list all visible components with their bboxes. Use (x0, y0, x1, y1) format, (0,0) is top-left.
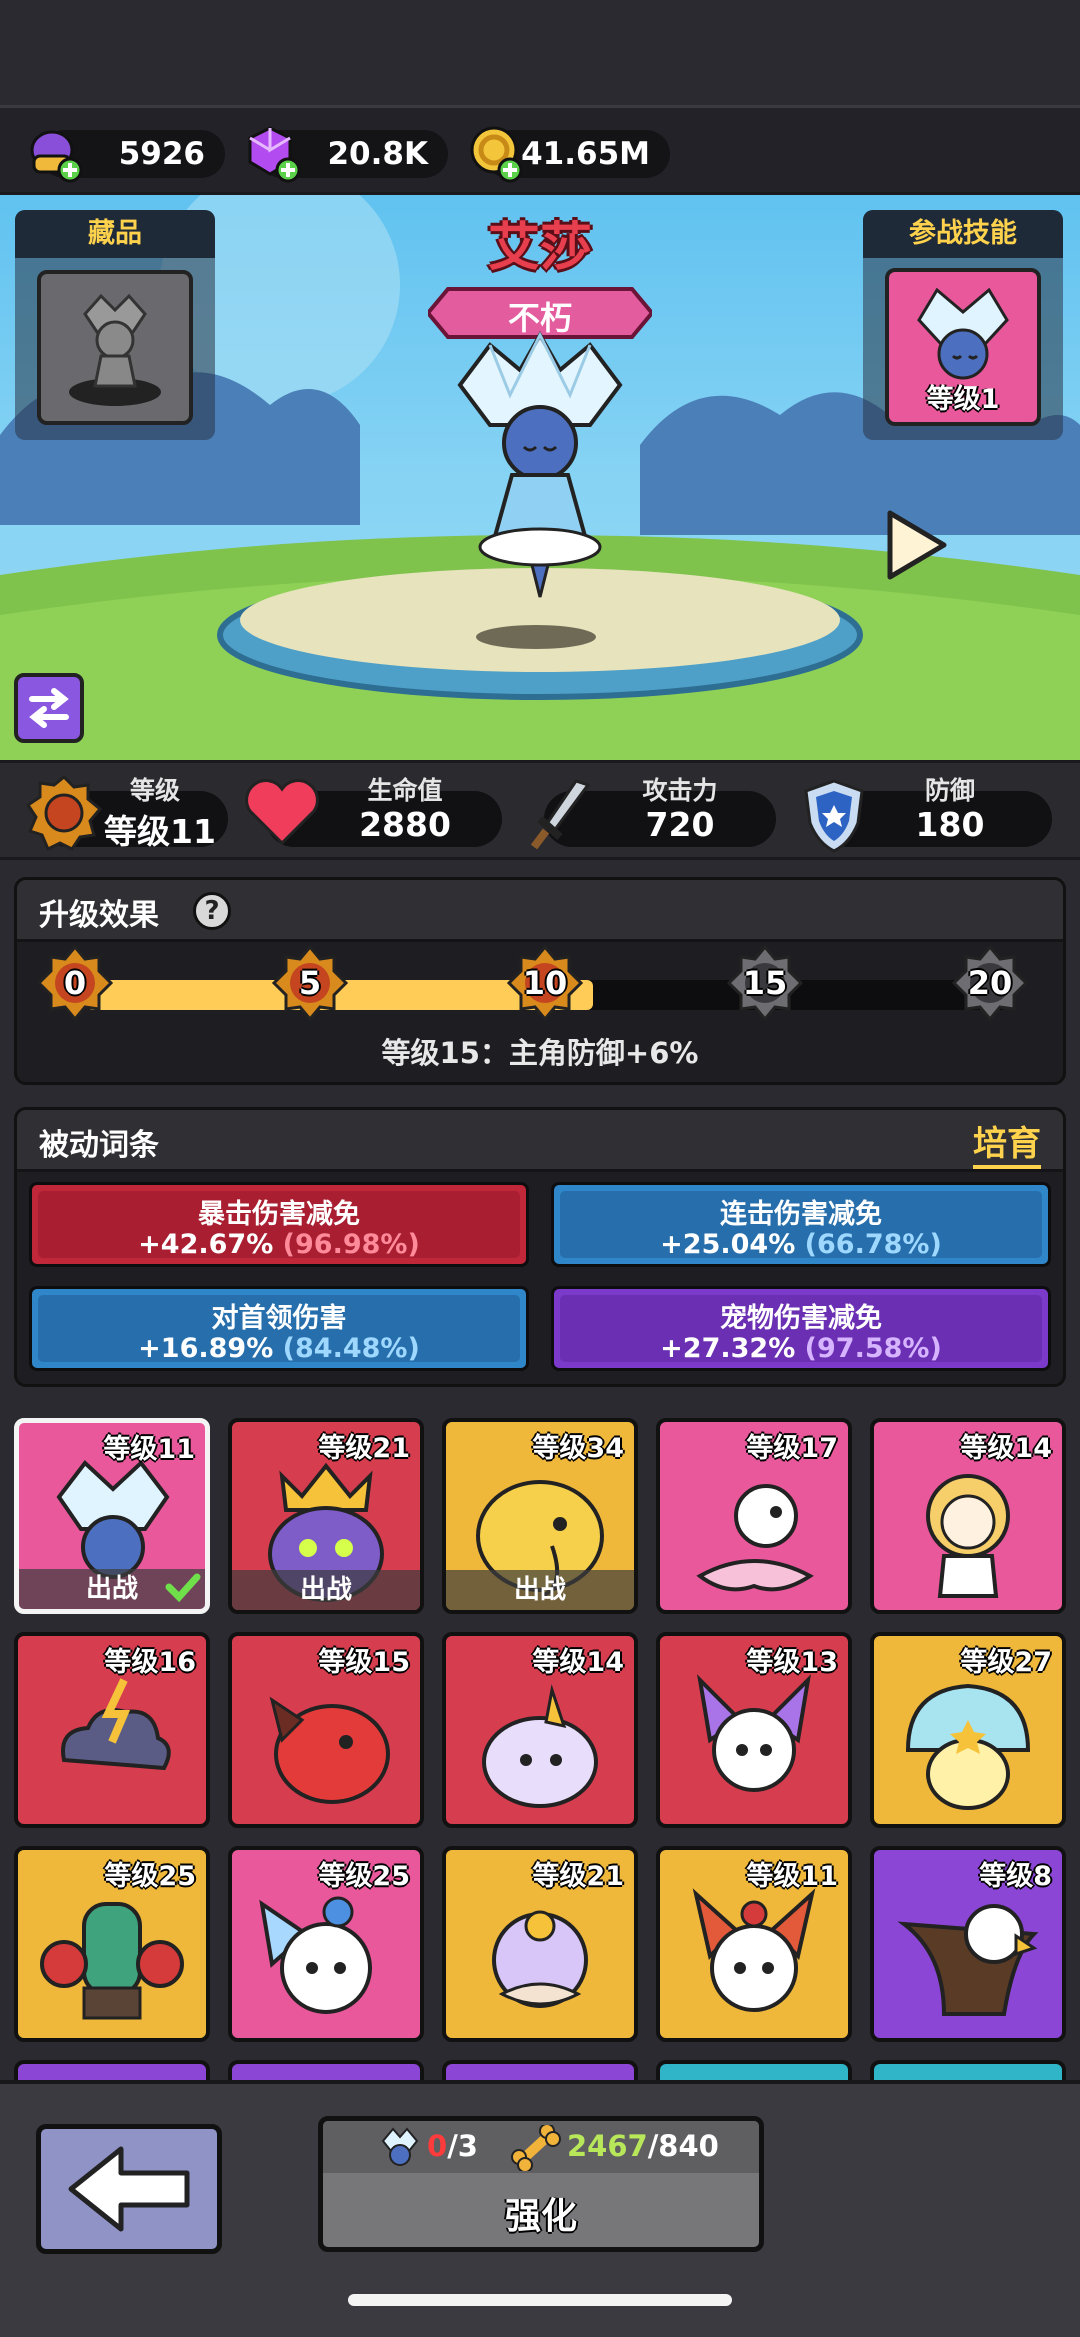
pet-card-partial (228, 2060, 424, 2080)
pet-level: 等级16 (104, 1647, 196, 1678)
purple-egg-icon (30, 130, 83, 183)
pet-card[interactable]: 等级34 出战 (442, 1418, 638, 1614)
checkmark-icon (165, 1573, 201, 1603)
upgrade-effect-title: 升级效果 (39, 898, 159, 933)
defense-value: 180 (915, 805, 985, 844)
swap-arrows-icon (29, 688, 69, 728)
statue-icon (69, 293, 161, 406)
attack-value: 720 (645, 805, 715, 844)
pet-level: 等级14 (532, 1647, 624, 1678)
back-button[interactable] (36, 2124, 222, 2254)
pet-card[interactable]: 等级11 出战 (14, 1418, 210, 1614)
pet-level: 等级25 (318, 1861, 410, 1892)
upgrade-desc: 等级15：主角防御+6% (381, 1036, 699, 1070)
deployed-label: 出战 (446, 1570, 634, 1610)
gold-coin-icon (470, 126, 523, 183)
purple-gem-icon (248, 126, 301, 183)
swap-button[interactable] (14, 673, 84, 743)
pet-card-partial (870, 2060, 1066, 2080)
pet-card[interactable]: 等级25 (228, 1846, 424, 2042)
sword-icon (530, 779, 591, 850)
upgrade-effect-panel: 升级效果 ? 0 5 10 15 20 等级15：主角防御+6% (14, 877, 1066, 1085)
shield-icon (804, 779, 864, 853)
pet-card[interactable]: 等级14 (442, 1632, 638, 1828)
pet-level: 等级15 (318, 1647, 410, 1678)
back-arrow-icon (68, 2146, 190, 2232)
milestone-20: 20 (951, 944, 1029, 1022)
level-value: 等级11 (104, 812, 216, 851)
bone-icon (511, 2125, 561, 2171)
battle-skill-label: 参战技能 (863, 210, 1063, 258)
next-hero-arrow-icon[interactable] (880, 505, 952, 585)
stat-row: 等级 等级11 生命值 2880 攻击力 720 防御 180 (0, 760, 1080, 860)
pet-level: 等级13 (746, 1647, 838, 1678)
pet-card[interactable]: 等级13 (656, 1632, 852, 1828)
pet-card[interactable]: 等级8 (870, 1846, 1066, 2042)
bone-count: 2467/840 (567, 2129, 719, 2163)
pet-card[interactable]: 等级21 (442, 1846, 638, 2042)
hp-label: 生命值 (367, 776, 443, 805)
pet-card[interactable]: 等级11 (656, 1846, 852, 2042)
pet-level: 等级21 (318, 1433, 410, 1464)
pet-level: 等级8 (979, 1861, 1052, 1892)
pet-card[interactable]: 等级15 (228, 1632, 424, 1828)
pet-level: 等级21 (532, 1861, 624, 1892)
affix-card[interactable]: 暴击伤害减免 +42.67% (96.98%) (29, 1182, 529, 1267)
pet-card[interactable]: 等级17 (656, 1418, 852, 1614)
passive-title: 被动词条 (39, 1128, 159, 1163)
defense-label: 防御 (924, 776, 975, 805)
affix-card[interactable]: 连击伤害减免 +25.04% (66.78%) (551, 1182, 1051, 1267)
level-label: 等级 (129, 776, 180, 805)
level-badge-icon (25, 774, 103, 852)
hero-name: 艾莎 (487, 218, 592, 278)
pet-level: 等级11 (103, 1434, 195, 1465)
milestone-15: 15 (726, 944, 804, 1022)
pet-card[interactable]: 等级16 (14, 1632, 210, 1828)
collection-panel[interactable]: 藏品 (15, 210, 215, 440)
pet-card[interactable]: 等级14 (870, 1418, 1066, 1614)
pet-card[interactable]: 等级27 (870, 1632, 1066, 1828)
skill-slot[interactable]: 等级1 (885, 268, 1041, 426)
hero-stage: 藏品 参战技能 等级1 艾莎 不朽 (0, 195, 1080, 760)
enhance-button[interactable]: 0/3 2467/840 强化 (318, 2116, 764, 2252)
pet-level: 等级27 (960, 1647, 1052, 1678)
pet-card[interactable]: 等级21 出战 (228, 1418, 424, 1614)
statue-slot[interactable] (37, 270, 193, 425)
hero-character[interactable] (420, 325, 660, 615)
pet-level: 等级25 (104, 1861, 196, 1892)
milestone-0: 0 (36, 944, 114, 1022)
shard-count: 0/3 (427, 2129, 478, 2163)
battle-skill-panel[interactable]: 参战技能 等级1 (863, 210, 1063, 440)
home-indicator (348, 2294, 732, 2306)
pet-level: 等级14 (960, 1433, 1052, 1464)
affix-card[interactable]: 对首领伤害 +16.89% (84.48%) (29, 1286, 529, 1371)
pet-card-partial (14, 2060, 210, 2080)
hp-value: 2880 (359, 805, 451, 844)
cultivate-button[interactable]: 培育 (973, 1116, 1041, 1169)
attack-label: 攻击力 (642, 776, 718, 805)
help-icon[interactable]: ? (193, 892, 231, 930)
milestone-10: 10 (506, 944, 584, 1022)
pet-level: 等级34 (532, 1433, 624, 1464)
milestone-5: 5 (271, 944, 349, 1022)
currency-bar: 5926 20.8K 41.65M (0, 105, 1080, 195)
pet-level: 等级11 (746, 1861, 838, 1892)
pet-card-partial (442, 2060, 638, 2080)
affix-card[interactable]: 宠物伤害减免 +27.32% (97.58%) (551, 1286, 1051, 1371)
collection-label: 藏品 (15, 210, 215, 258)
passive-affix-panel: 被动词条 培育 暴击伤害减免 +42.67% (96.98%) 连击伤害减免 +… (14, 1107, 1066, 1387)
pet-card-partial (656, 2060, 852, 2080)
deployed-label: 出战 (232, 1570, 420, 1610)
bottom-bar: 0/3 2467/840 强化 (0, 2080, 1080, 2337)
pet-card[interactable]: 等级25 (14, 1846, 210, 2042)
pet-level: 等级17 (746, 1433, 838, 1464)
skill-level: 等级1 (926, 384, 1000, 415)
ice-shard-icon (381, 2127, 419, 2166)
heart-icon (245, 779, 319, 846)
enhance-label: 强化 (504, 2196, 577, 2237)
pet-grid: 等级11 出战 等级21 出战 等级34 出战 等级17 等级14 等级16 等级15 等级14 等级… (0, 1400, 1080, 2080)
